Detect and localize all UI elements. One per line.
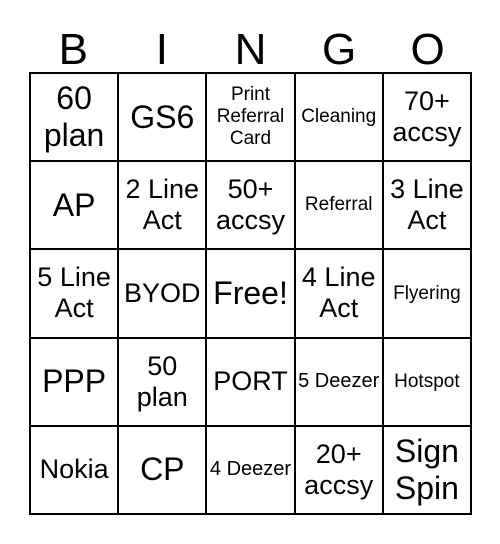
bingo-cell[interactable]: 70+ accsy bbox=[382, 73, 471, 162]
bingo-cell[interactable]: 50 plan bbox=[118, 337, 207, 426]
bingo-cell[interactable]: 50+ accsy bbox=[206, 161, 295, 250]
bingo-header: B I N G O bbox=[29, 26, 472, 74]
bingo-cell[interactable]: Print Referral Card bbox=[206, 73, 295, 162]
header-letter: I bbox=[155, 25, 168, 74]
bingo-cell[interactable]: Hotspot bbox=[382, 337, 471, 426]
bingo-cell[interactable]: PORT bbox=[206, 337, 295, 426]
bingo-cell[interactable]: 4 Line Act bbox=[294, 249, 383, 338]
bingo-cell[interactable]: 3 Line Act bbox=[382, 161, 471, 250]
bingo-cell[interactable]: 5 Line Act bbox=[30, 249, 119, 338]
header-letter: B bbox=[58, 25, 88, 74]
bingo-cell[interactable]: Nokia bbox=[30, 425, 119, 514]
bingo-cell[interactable]: Referral bbox=[294, 161, 383, 250]
bingo-grid: 60 plan GS6 Print Referral Card Cleaning 70+… bbox=[29, 72, 472, 515]
bingo-cell[interactable]: Free! bbox=[206, 249, 295, 338]
header-letter: G bbox=[321, 25, 357, 74]
bingo-cell[interactable]: 60 plan bbox=[30, 73, 119, 162]
bingo-cell[interactable]: 5 Deezer bbox=[294, 337, 383, 426]
bingo-cell[interactable]: Flyering bbox=[382, 249, 471, 338]
header-letter: N bbox=[234, 25, 267, 74]
bingo-cell[interactable]: CP bbox=[118, 425, 207, 514]
header-letter: O bbox=[410, 25, 445, 74]
bingo-cell[interactable]: PPP bbox=[30, 337, 119, 426]
bingo-cell[interactable]: 20+ accsy bbox=[294, 425, 383, 514]
bingo-cell[interactable]: GS6 bbox=[118, 73, 207, 162]
bingo-cell[interactable]: BYOD bbox=[118, 249, 207, 338]
bingo-cell[interactable]: Cleaning bbox=[294, 73, 383, 162]
bingo-cell[interactable]: Sign Spin bbox=[382, 425, 471, 514]
bingo-cell[interactable]: 2 Line Act bbox=[118, 161, 207, 250]
bingo-cell[interactable]: 4 Deezer bbox=[206, 425, 295, 514]
bingo-cell[interactable]: AP bbox=[30, 161, 119, 250]
